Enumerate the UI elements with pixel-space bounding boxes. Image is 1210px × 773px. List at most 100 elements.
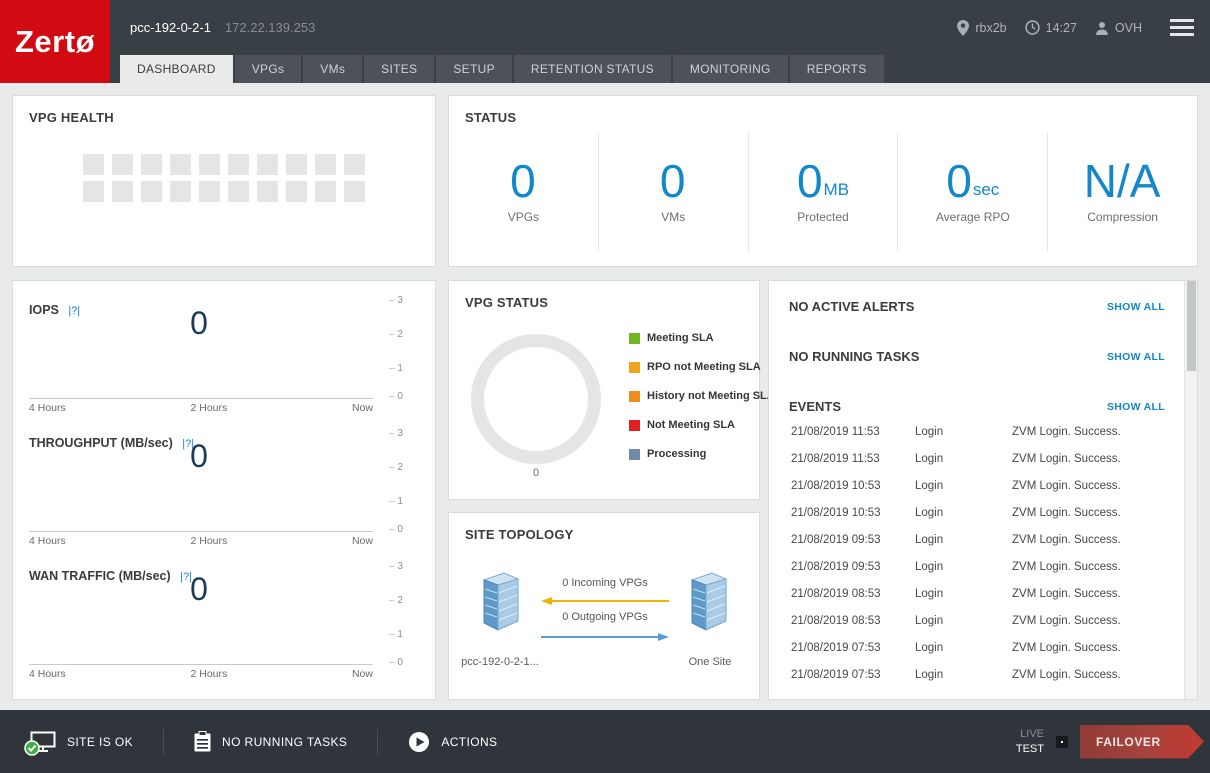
event-row: 21/08/2019 11:53 Login ZVM Login. Succes… — [769, 446, 1183, 473]
event-description: ZVM Login. Success. — [1012, 561, 1121, 573]
legend-label: History not Meeting SLA — [647, 390, 775, 402]
live-test-toggle[interactable] — [1056, 736, 1068, 748]
health-cell — [286, 154, 307, 175]
tab-reports[interactable]: REPORTS — [790, 55, 884, 83]
stat-label: Compression — [1087, 210, 1158, 224]
actions-label: ACTIONS — [441, 735, 497, 749]
tab-vms[interactable]: VMs — [303, 55, 362, 83]
legend-item: Processing — [629, 448, 775, 460]
legend-swatch — [629, 449, 640, 460]
event-row: 21/08/2019 11:53 Login ZVM Login. Succes… — [769, 419, 1183, 446]
event-row: 21/08/2019 08:53 Login ZVM Login. Succes… — [769, 608, 1183, 635]
y-tick: 0 — [389, 391, 421, 402]
incoming-arrow-icon — [541, 596, 669, 606]
y-tick: 2 — [389, 595, 421, 606]
status-title: STATUS — [465, 110, 516, 125]
y-tick: 1 — [389, 363, 421, 374]
events-scrollbar[interactable] — [1184, 281, 1197, 699]
stat-protected: 0MB Protected — [748, 132, 898, 252]
legend-swatch — [629, 391, 640, 402]
show-all-events-link[interactable]: SHOW ALL — [1107, 401, 1165, 413]
actions-menu[interactable]: ACTIONS — [378, 731, 527, 753]
tab-vpgs[interactable]: VPGs — [235, 55, 302, 83]
health-cell — [344, 154, 365, 175]
legend-item: RPO not Meeting SLA — [629, 361, 775, 373]
tab-retention-status[interactable]: RETENTION STATUS — [514, 55, 671, 83]
active-alerts-title: NO ACTIVE ALERTS — [789, 299, 914, 314]
local-site-label: pcc-192-0-2-1... — [452, 656, 548, 668]
throughput-chart: THROUGHPUT (MB/sec) |?| 0 3 2 1 0 4 Hour… — [13, 426, 435, 559]
x-tick: 2 Hours — [190, 402, 227, 414]
legend-label: Not Meeting SLA — [647, 419, 735, 431]
host-ip: 172.22.139.253 — [225, 20, 315, 35]
event-type: Login — [915, 507, 943, 519]
y-tick: 1 — [389, 629, 421, 640]
health-cell — [170, 154, 191, 175]
event-description: ZVM Login. Success. — [1012, 669, 1121, 681]
legend-swatch — [629, 420, 640, 431]
health-cell — [315, 181, 336, 202]
x-tick: Now — [352, 535, 373, 547]
event-type: Login — [915, 426, 943, 438]
tab-monitoring[interactable]: MONITORING — [673, 55, 788, 83]
event-row: 21/08/2019 07:53 Login ZVM Login. Succes… — [769, 662, 1183, 689]
event-row: 21/08/2019 09:53 Login ZVM Login. Succes… — [769, 554, 1183, 581]
incoming-vpgs-label: 0 Incoming VPGs — [539, 577, 671, 589]
health-cell — [83, 154, 104, 175]
scrollbar-thumb[interactable] — [1187, 281, 1196, 371]
user-menu[interactable]: OVH — [1095, 21, 1142, 35]
zerto-logo[interactable]: Zertø — [0, 0, 110, 83]
event-row: 21/08/2019 08:53 Login ZVM Login. Succes… — [769, 581, 1183, 608]
vpg-status-card: VPG STATUS 0 Meeting SLA RPO not Meeting… — [448, 280, 760, 500]
zerto-logo-text: Zertø — [15, 24, 95, 60]
stat-unit: MB — [824, 180, 850, 200]
event-description: ZVM Login. Success. — [1012, 453, 1121, 465]
y-tick: 0 — [389, 657, 421, 668]
show-all-alerts-link[interactable]: SHOW ALL — [1107, 301, 1165, 313]
site-status: SITE IS OK — [0, 731, 163, 752]
event-type: Login — [915, 453, 943, 465]
stat-compression: N/A Compression — [1047, 132, 1197, 252]
y-tick: 3 — [389, 295, 421, 306]
local-site-building-icon — [477, 571, 523, 633]
events-title: EVENTS — [789, 399, 841, 414]
event-description: ZVM Login. Success. — [1012, 534, 1121, 546]
tab-setup[interactable]: SETUP — [436, 55, 512, 83]
legend-label: RPO not Meeting SLA — [647, 361, 761, 373]
location-indicator: rbx2b — [957, 20, 1006, 36]
event-time: 21/08/2019 08:53 — [791, 588, 881, 600]
event-description: ZVM Login. Success. — [1012, 615, 1121, 627]
event-row: 21/08/2019 07:53 Login ZVM Login. Succes… — [769, 635, 1183, 662]
hamburger-menu-icon[interactable] — [1170, 19, 1194, 36]
health-cell — [112, 181, 133, 202]
event-type: Login — [915, 669, 943, 681]
health-cell — [344, 181, 365, 202]
tab-dashboard[interactable]: DASHBOARD — [120, 55, 233, 83]
y-tick: 3 — [389, 428, 421, 439]
stat-average-rpo: 0sec Average RPO — [897, 132, 1047, 252]
event-type: Login — [915, 615, 943, 627]
show-all-tasks-link[interactable]: SHOW ALL — [1107, 351, 1165, 363]
location-label: rbx2b — [975, 21, 1006, 35]
footer-tasks[interactable]: NO RUNNING TASKS — [164, 731, 377, 752]
tab-sites[interactable]: SITES — [364, 55, 434, 83]
legend-item: Not Meeting SLA — [629, 419, 775, 431]
health-cell — [286, 181, 307, 202]
event-type: Login — [915, 588, 943, 600]
hostname: pcc-192-0-2-1 — [130, 20, 211, 35]
vpg-health-card: VPG HEALTH — [12, 95, 436, 267]
stat-value: 0 — [946, 160, 972, 204]
legend-swatch — [629, 362, 640, 373]
stat-value: N/A — [1084, 160, 1161, 204]
stat-label: Protected — [797, 210, 848, 224]
location-pin-icon — [957, 20, 969, 36]
event-row: 21/08/2019 10:53 Login ZVM Login. Succes… — [769, 473, 1183, 500]
event-time: 21/08/2019 10:53 — [791, 480, 881, 492]
chart-baseline — [29, 531, 373, 532]
stat-label: VMs — [661, 210, 685, 224]
x-tick: 4 Hours — [29, 668, 66, 680]
legend-swatch — [629, 333, 640, 344]
stat-vpgs: 0 VPGs — [449, 132, 598, 252]
y-tick: 2 — [389, 329, 421, 340]
failover-button[interactable]: FAILOVER — [1080, 725, 1204, 759]
